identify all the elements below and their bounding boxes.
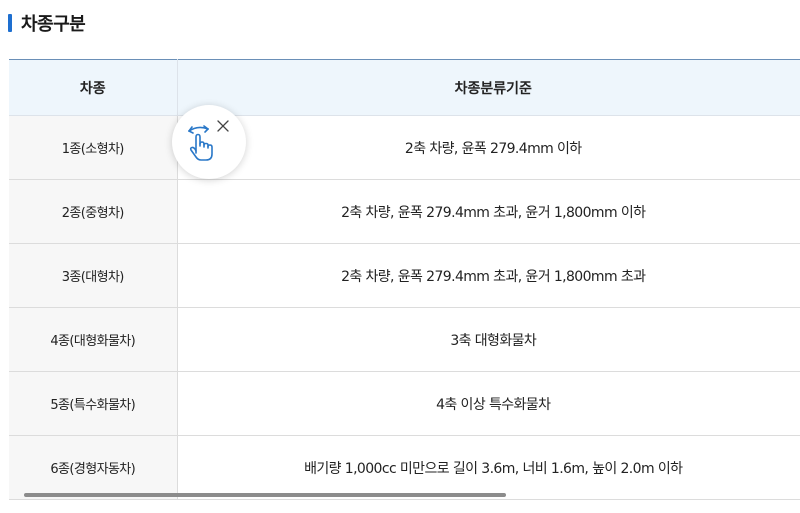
vehicle-type-cell: 2종(중형차) <box>9 179 178 244</box>
vehicle-type-cell: 1종(소형차) <box>9 115 178 180</box>
vehicle-type-cell: 4종(대형화물차) <box>9 307 178 372</box>
table-row: 6종(경형자동차) 배기량 1,000cc 미만으로 길이 3.6m, 너비 1… <box>9 435 800 500</box>
table-row: 5종(특수화물차) 4축 이상 특수화물차 <box>9 371 800 436</box>
criteria-cell: 2축 차량, 윤폭 279.4mm 초과, 윤거 1,800mm 초과 <box>177 243 800 308</box>
section-title: 차종구분 <box>21 14 86 35</box>
table-row: 2종(중형차) 2축 차량, 윤폭 279.4mm 초과, 윤거 1,800mm… <box>9 179 800 244</box>
vehicle-type-cell: 3종(대형차) <box>9 243 178 308</box>
title-accent-bar <box>8 14 12 32</box>
table-header-row: 차종 차종분류기준 <box>9 59 800 116</box>
vehicle-class-table: 차종 차종분류기준 1종(소형차) 2축 차량, 윤폭 279.4mm 이하 2… <box>9 59 800 500</box>
horizontal-scrollbar-thumb[interactable] <box>24 493 506 497</box>
section-heading: 차종구분 <box>8 12 86 35</box>
criteria-cell: 3축 대형화물차 <box>177 307 800 372</box>
swipe-hand-icon <box>184 123 218 167</box>
vehicle-type-cell: 5종(특수화물차) <box>9 371 178 436</box>
table-row: 3종(대형차) 2축 차량, 윤폭 279.4mm 초과, 윤거 1,800mm… <box>9 243 800 308</box>
swipe-hint-overlay <box>172 105 246 179</box>
close-icon[interactable] <box>215 118 231 134</box>
table-row: 1종(소형차) 2축 차량, 윤폭 279.4mm 이하 <box>9 115 800 180</box>
table-row: 4종(대형화물차) 3축 대형화물차 <box>9 307 800 372</box>
criteria-cell: 2축 차량, 윤폭 279.4mm 이하 <box>177 115 800 180</box>
column-header-criteria: 차종분류기준 <box>177 59 800 116</box>
column-header-type: 차종 <box>9 59 178 116</box>
criteria-cell: 4축 이상 특수화물차 <box>177 371 800 436</box>
page: 차종구분 차종 차종분류기준 1종(소형차) 2축 차량, 윤폭 279.4mm… <box>0 0 800 513</box>
criteria-cell: 배기량 1,000cc 미만으로 길이 3.6m, 너비 1.6m, 높이 2.… <box>177 435 800 500</box>
vehicle-type-cell: 6종(경형자동차) <box>9 435 178 500</box>
criteria-cell: 2축 차량, 윤폭 279.4mm 초과, 윤거 1,800mm 이하 <box>177 179 800 244</box>
table-scroll-container[interactable]: 차종 차종분류기준 1종(소형차) 2축 차량, 윤폭 279.4mm 이하 2… <box>9 59 800 503</box>
